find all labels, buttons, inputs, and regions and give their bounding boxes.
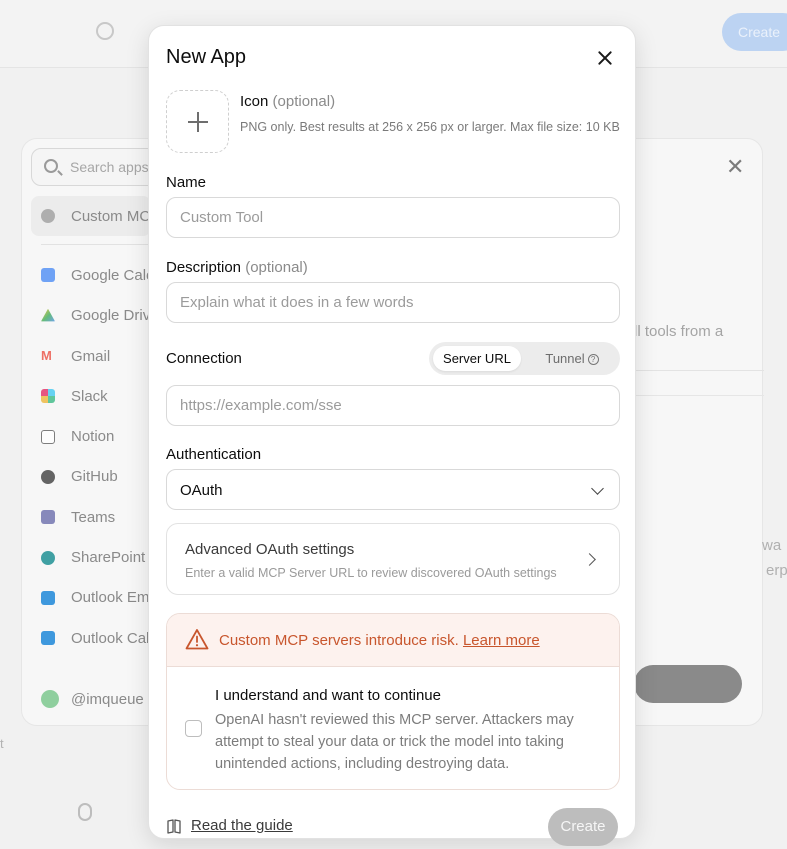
app-item-sharepoint[interactable]: SharePoint [31,537,151,577]
apps-search-placeholder: Search apps [70,159,149,175]
slack-icon [41,389,55,404]
description-label: Description (optional) [166,259,308,276]
authentication-value: OAuth [180,482,223,499]
user-name: @imqueue [71,690,144,708]
app-item-outlook-calendar[interactable]: Outlook Calendar [31,618,151,658]
read-guide-link[interactable]: Read the guide [166,817,293,834]
app-item-label: Notion [71,428,115,446]
name-label: Name [166,174,207,191]
apps-list: Custom MCP Google Calendar Google Drive … [31,196,151,658]
tunnel-label: Tunnel [545,351,585,366]
google-calendar-icon [41,268,55,283]
create-button[interactable]: Create [548,808,618,846]
new-app-modal: New App Icon (optional) PNG only. Best r… [148,25,636,839]
avatar [41,690,59,708]
consent-title: I understand and want to continue [215,687,441,704]
microphone-icon[interactable] [78,803,92,821]
top-create-button[interactable]: Create [722,13,787,51]
learn-more-link[interactable]: Learn more [463,632,540,649]
help-icon[interactable]: ? [587,354,599,365]
history-icon[interactable] [96,22,114,40]
teams-icon [41,510,55,525]
panel-description-fragment: ll tools from a [634,323,724,340]
outlook-email-icon [41,590,55,605]
connection-label: Connection [166,350,242,367]
name-input[interactable] [166,197,620,238]
optional-tag: (optional) [272,93,336,110]
risk-header: Custom MCP servers introduce risk. Learn… [167,614,619,667]
google-drive-icon [41,308,55,322]
read-guide-text: Read the guide [191,817,293,834]
list-divider [41,244,151,246]
plus-icon [197,112,199,132]
outlook-calendar-icon [41,631,55,646]
app-item-label: Custom MCP [71,207,151,225]
app-item-google-calendar[interactable]: Google Calendar [31,255,151,295]
description-label-text: Description [166,259,242,276]
app-item-custom-mcp[interactable]: Custom MCP [31,196,151,237]
app-item-notion[interactable]: Notion [31,416,151,456]
authentication-label: Authentication [166,446,262,463]
tunnel-option[interactable]: Tunnel? [529,346,615,371]
search-icon [44,159,58,173]
chevron-down-icon [591,482,604,495]
app-item-github[interactable]: GitHub [31,457,151,497]
app-item-label: Google Drive [71,307,151,325]
panel-divider [634,395,764,396]
custom-mcp-icon [41,209,55,224]
user-account[interactable]: @imqueue [41,690,144,708]
app-item-label: Outlook Calendar [71,629,151,647]
notion-icon [41,429,55,444]
app-item-label: Gmail [71,347,111,365]
app-item-google-drive[interactable]: Google Drive [31,296,151,336]
description-input[interactable] [166,282,620,323]
risk-warning-text: Custom MCP servers introduce risk. [219,632,459,649]
book-icon [167,818,181,834]
sharepoint-icon [41,550,55,565]
optional-tag: (optional) [245,259,308,276]
connection-toggle: Server URL Tunnel? [429,342,620,375]
panel-text-fragment: erp [766,562,787,579]
app-item-label: GitHub [71,468,118,486]
app-item-gmail[interactable]: M Gmail [31,336,151,376]
panel-action-button[interactable] [634,665,742,703]
app-item-label: SharePoint [71,549,146,567]
github-icon [41,469,55,484]
app-item-label: Outlook Email [71,589,151,607]
panel-close-icon[interactable]: ✕ [726,154,744,180]
advanced-title: Advanced OAuth settings [185,541,355,558]
authentication-select[interactable]: OAuth [166,469,620,510]
server-url-option[interactable]: Server URL [433,346,521,371]
panel-text-fragment: wa [762,537,782,554]
app-item-teams[interactable]: Teams [31,497,151,537]
chevron-right-icon [583,553,596,566]
apps-search[interactable]: Search apps [31,148,161,186]
app-item-label: Teams [71,508,116,526]
panel-divider [634,370,764,371]
icon-label-text: Icon [240,93,269,110]
modal-title: New App [166,46,247,68]
consent-checkbox[interactable] [185,720,202,737]
advanced-subtitle: Enter a valid MCP Server URL to review d… [185,566,557,580]
server-url-input[interactable] [166,385,620,426]
app-item-label: Slack [71,387,108,405]
app-item-label: Google Calendar [71,266,151,284]
close-icon[interactable] [593,46,617,70]
warning-icon [185,629,209,650]
app-item-outlook-email[interactable]: Outlook Email [31,578,151,618]
icon-hint: PNG only. Best results at 256 x 256 px o… [240,120,620,134]
advanced-oauth-settings[interactable]: Advanced OAuth settings Enter a valid MC… [166,523,620,595]
consent-body: OpenAI hasn't reviewed this MCP server. … [215,712,574,772]
risk-notice: Custom MCP servers introduce risk. Learn… [166,613,620,790]
icon-label: Icon (optional) [240,93,335,110]
icon-upload-button[interactable] [166,90,229,153]
risk-warning: Custom MCP servers introduce risk. Learn… [219,632,540,649]
gmail-icon: M [41,348,52,364]
app-item-slack[interactable]: Slack [31,376,151,416]
left-text-fragment: t [0,736,4,751]
